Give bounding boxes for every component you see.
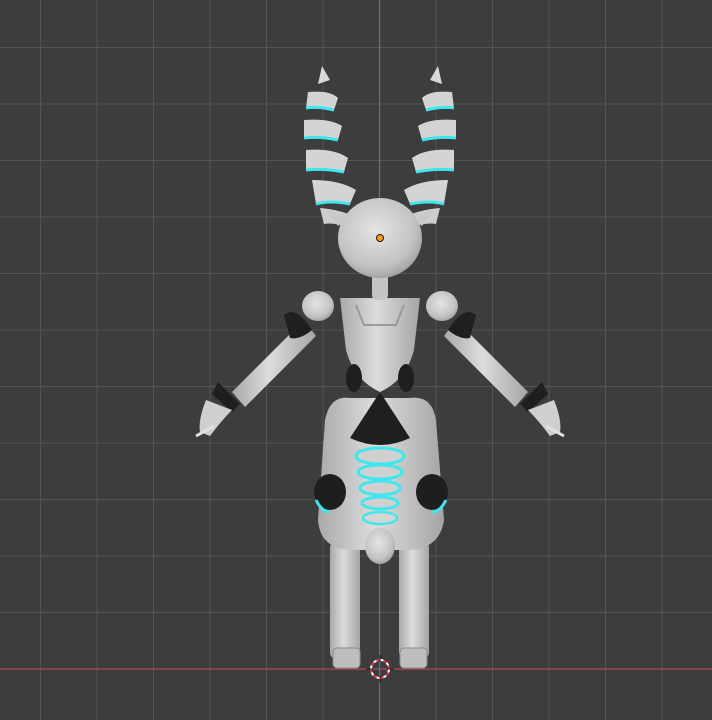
right-leg bbox=[399, 540, 429, 669]
3d-viewport[interactable] bbox=[0, 0, 712, 720]
torso bbox=[340, 298, 420, 392]
viewport-canvas[interactable] bbox=[0, 0, 712, 720]
right-ear bbox=[398, 66, 457, 228]
origin-dot[interactable] bbox=[376, 234, 384, 242]
left-arm bbox=[195, 291, 334, 438]
right-arm bbox=[426, 291, 565, 438]
left-ear bbox=[303, 66, 362, 228]
left-leg bbox=[330, 540, 361, 669]
